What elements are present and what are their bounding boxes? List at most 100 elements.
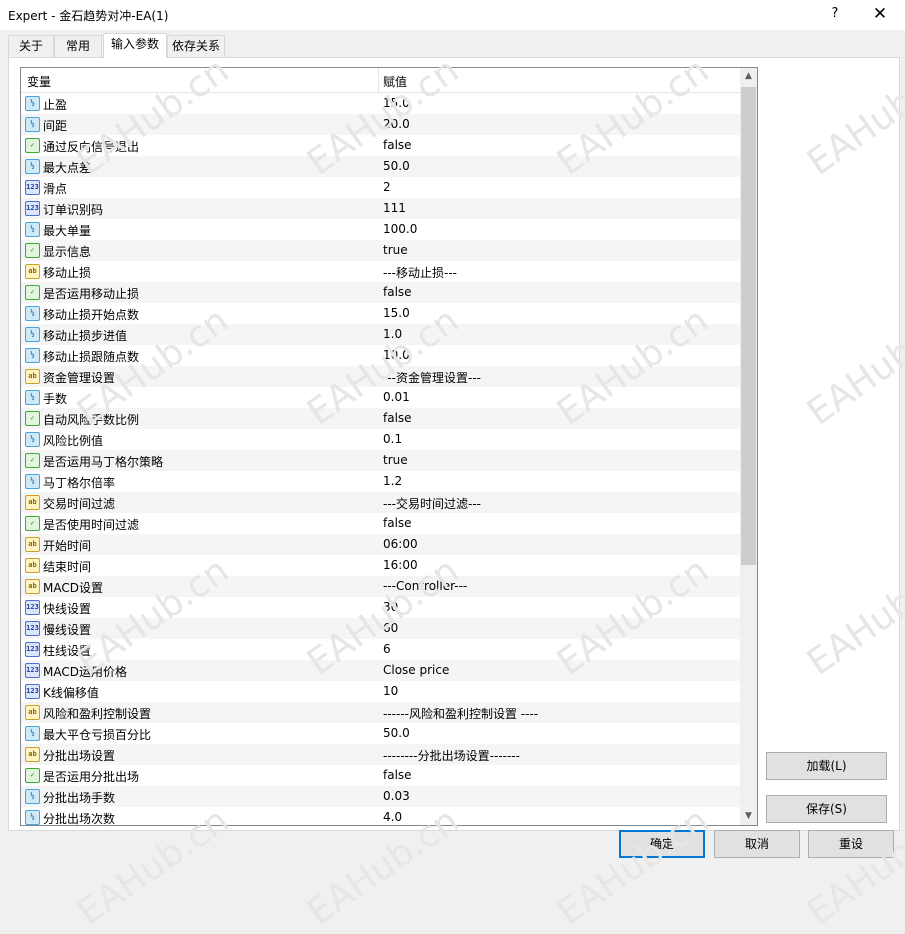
parameter-value[interactable]: 50.0	[383, 159, 410, 173]
parameter-value[interactable]: 15.0	[383, 306, 410, 320]
parameter-value[interactable]: 06:00	[383, 537, 418, 551]
parameter-row[interactable]: ½ 间距 20.0	[21, 114, 740, 135]
parameter-value[interactable]: true	[383, 453, 408, 467]
column-header-variable[interactable]: 变量	[27, 73, 51, 90]
parameter-row[interactable]: ½ 马丁格尔倍率 1.2	[21, 471, 740, 492]
parameter-value[interactable]: 0.01	[383, 390, 410, 404]
scrollbar-thumb[interactable]	[741, 87, 756, 565]
parameter-value[interactable]: ---资金管理设置---	[383, 369, 481, 386]
parameter-row[interactable]: 123 柱线设置 6	[21, 639, 740, 660]
tab-dependencies[interactable]: 依存关系	[167, 35, 225, 57]
load-button[interactable]: 加载(L)	[766, 752, 887, 780]
parameter-row[interactable]: ab 风险和盈利控制设置 ------风险和盈利控制设置 ----	[21, 702, 740, 723]
parameter-value[interactable]: 4.0	[383, 810, 402, 824]
parameter-row[interactable]: 123 滑点 2	[21, 177, 740, 198]
ok-button[interactable]: 确定	[619, 830, 705, 858]
parameter-row[interactable]: ✓ 自动风险手数比例 false	[21, 408, 740, 429]
parameter-row[interactable]: ab 结束时间 16:00	[21, 555, 740, 576]
scroll-up-icon[interactable]: ▲	[740, 68, 757, 85]
cancel-button[interactable]: 取消	[714, 830, 800, 858]
parameter-row[interactable]: ✓ 是否运用分批出场 false	[21, 765, 740, 786]
parameter-row[interactable]: 123 慢线设置 60	[21, 618, 740, 639]
parameter-value[interactable]: 16:00	[383, 558, 418, 572]
parameter-row[interactable]: ab 交易时间过滤 ---交易时间过滤---	[21, 492, 740, 513]
parameter-row[interactable]: ½ 最大平仓亏损百分比 50.0	[21, 723, 740, 744]
parameter-value[interactable]: 20.0	[383, 117, 410, 131]
parameter-value[interactable]: true	[383, 243, 408, 257]
parameter-row[interactable]: ½ 最大点差 50.0	[21, 156, 740, 177]
parameter-value[interactable]: 60	[383, 621, 398, 635]
parameter-value[interactable]: ------风险和盈利控制设置 ----	[383, 705, 538, 722]
parameter-value[interactable]: 6	[383, 642, 391, 656]
parameter-row[interactable]: 123 快线设置 30	[21, 597, 740, 618]
parameter-row[interactable]: ½ 分批出场次数 4.0	[21, 807, 740, 825]
parameter-row[interactable]: ab MACD设置 ---Controller---	[21, 576, 740, 597]
parameter-row[interactable]: 123 MACD运用价格 Close price	[21, 660, 740, 681]
parameter-value[interactable]: ---交易时间过滤---	[383, 495, 481, 512]
parameter-row[interactable]: ½ 最大单量 100.0	[21, 219, 740, 240]
parameter-name: 开始时间	[43, 539, 92, 553]
column-divider[interactable]	[378, 68, 379, 92]
parameter-row[interactable]: ½ 移动止损开始点数 15.0	[21, 303, 740, 324]
parameter-value[interactable]: 1.0	[383, 327, 402, 341]
parameter-value[interactable]: 30	[383, 600, 398, 614]
close-icon[interactable]: ✕	[866, 2, 894, 26]
parameter-value[interactable]: 0.1	[383, 432, 402, 446]
parameter-value[interactable]: ---移动止损---	[383, 264, 457, 281]
parameter-row[interactable]: ab 分批出场设置 --------分批出场设置-------	[21, 744, 740, 765]
vertical-scrollbar[interactable]: ▲ ▼	[740, 68, 757, 825]
bool-type-icon: ✓	[25, 285, 40, 300]
parameter-value[interactable]: 15.0	[383, 96, 410, 110]
parameter-name: K线偏移值	[43, 686, 99, 700]
parameter-row[interactable]: ½ 风险比例值 0.1	[21, 429, 740, 450]
tab-common[interactable]: 常用	[54, 35, 102, 57]
parameter-row[interactable]: 123 K线偏移值 10	[21, 681, 740, 702]
parameter-value[interactable]: 50.0	[383, 726, 410, 740]
parameter-row[interactable]: 123 订单识别码 111	[21, 198, 740, 219]
parameter-row[interactable]: ½ 移动止损步进值 1.0	[21, 324, 740, 345]
parameter-name: 移动止损步进值	[43, 329, 128, 343]
bool-type-icon: ✓	[25, 243, 40, 258]
parameter-value[interactable]: 111	[383, 201, 406, 215]
parameter-name: 风险和盈利控制设置	[43, 707, 152, 721]
parameter-value[interactable]: 0.03	[383, 789, 410, 803]
parameter-row[interactable]: ½ 止盈 15.0	[21, 93, 740, 114]
parameter-row[interactable]: ½ 手数 0.01	[21, 387, 740, 408]
parameter-row[interactable]: ab 移动止损 ---移动止损---	[21, 261, 740, 282]
parameter-row[interactable]: ✓ 是否运用移动止损 false	[21, 282, 740, 303]
column-header-value[interactable]: 赋值	[383, 73, 407, 90]
reset-button[interactable]: 重设	[808, 830, 894, 858]
parameter-value[interactable]: false	[383, 516, 412, 530]
tab-about[interactable]: 关于	[8, 35, 54, 57]
parameter-row[interactable]: ✓ 显示信息 true	[21, 240, 740, 261]
parameter-row[interactable]: ✓ 是否运用马丁格尔策略 true	[21, 450, 740, 471]
parameter-row[interactable]: ✓ 是否使用时间过滤 false	[21, 513, 740, 534]
parameter-value[interactable]: false	[383, 285, 412, 299]
tab-inputs[interactable]: 输入参数	[103, 33, 167, 58]
double-type-icon: ½	[25, 726, 40, 741]
save-button[interactable]: 保存(S)	[766, 795, 887, 823]
parameter-value[interactable]: ---Controller---	[383, 579, 467, 593]
parameter-row[interactable]: ab 资金管理设置 ---资金管理设置---	[21, 366, 740, 387]
parameter-name: 快线设置	[43, 602, 92, 616]
parameter-value[interactable]: 100.0	[383, 222, 417, 236]
parameter-value[interactable]: --------分批出场设置-------	[383, 747, 520, 764]
parameter-value[interactable]: 1.2	[383, 474, 402, 488]
parameter-value[interactable]: 10.0	[383, 348, 410, 362]
parameter-value[interactable]: Close price	[383, 663, 449, 677]
string-type-icon: ab	[25, 579, 40, 594]
parameter-row[interactable]: ab 开始时间 06:00	[21, 534, 740, 555]
parameter-row[interactable]: ✓ 通过反向信号退出 false	[21, 135, 740, 156]
parameter-name: 移动止损	[43, 266, 92, 280]
parameter-value[interactable]: 2	[383, 180, 391, 194]
parameter-value[interactable]: false	[383, 768, 412, 782]
parameter-row[interactable]: ½ 分批出场手数 0.03	[21, 786, 740, 807]
help-icon[interactable]: ?	[823, 2, 847, 26]
parameter-row[interactable]: ½ 移动止损跟随点数 10.0	[21, 345, 740, 366]
parameter-value[interactable]: false	[383, 411, 412, 425]
parameter-name: 最大点差	[43, 161, 92, 175]
parameter-value[interactable]: 10	[383, 684, 398, 698]
scroll-down-icon[interactable]: ▼	[740, 808, 757, 825]
parameter-value[interactable]: false	[383, 138, 412, 152]
parameter-name: 资金管理设置	[43, 371, 116, 385]
